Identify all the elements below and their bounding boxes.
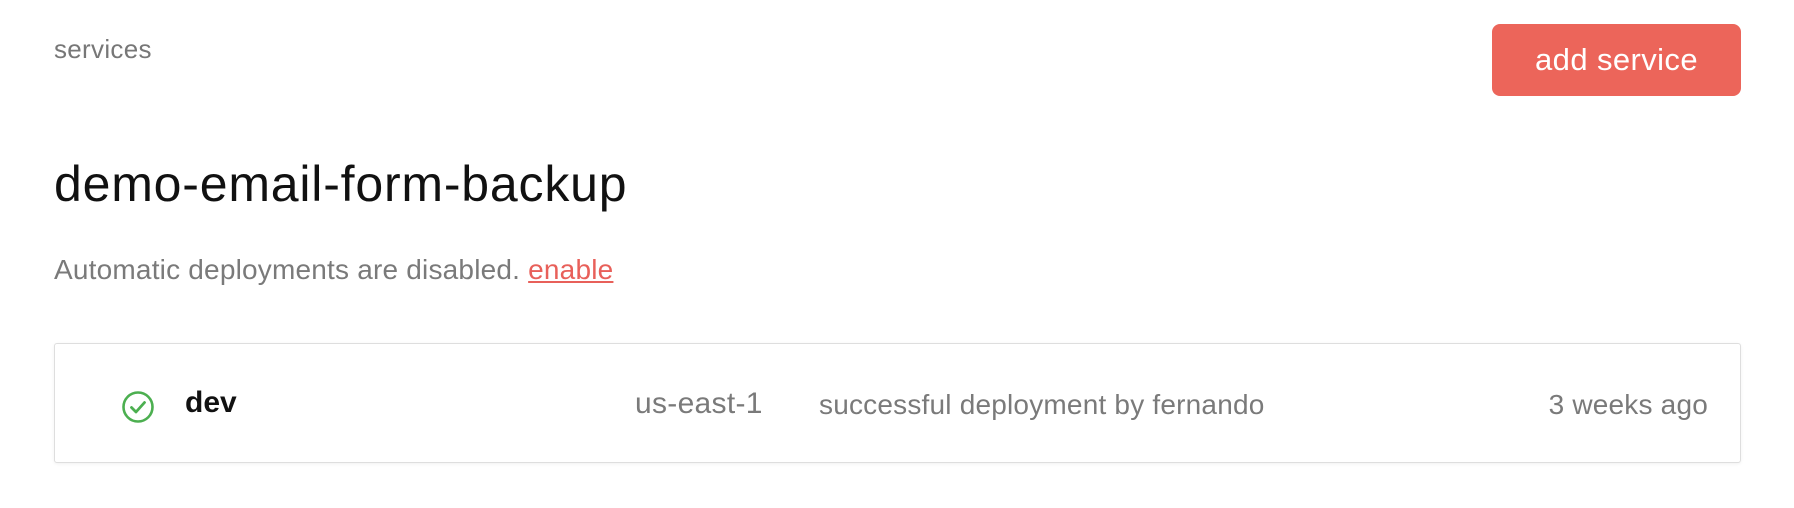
breadcrumb[interactable]: services: [54, 34, 152, 65]
page-title: demo-email-form-backup: [54, 156, 628, 212]
stage-timestamp: 3 weeks ago: [1548, 389, 1708, 420]
stage-deploy-message: successful deployment by fernando: [819, 389, 1265, 420]
stage-region: us-east-1: [635, 387, 763, 420]
services-page: services add service demo-email-form-bac…: [0, 0, 1794, 508]
auto-deploy-text: Automatic deployments are disabled.: [54, 254, 521, 285]
enable-auto-deploy-link[interactable]: enable: [528, 254, 613, 285]
stage-name: dev: [185, 386, 237, 419]
stage-row-dev[interactable]: dev us-east-1 successful deployment by f…: [54, 343, 1741, 463]
check-circle-icon: [122, 391, 154, 423]
add-service-button[interactable]: add service: [1492, 24, 1741, 96]
auto-deploy-notice: Automatic deployments are disabled. enab…: [54, 254, 613, 286]
